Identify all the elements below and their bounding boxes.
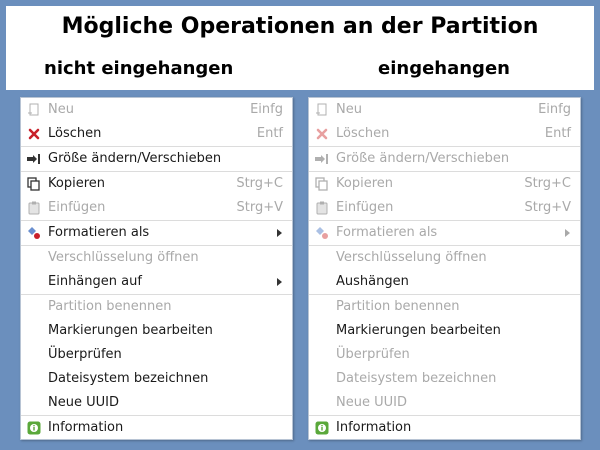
information-icon — [315, 421, 329, 435]
menu-item-label: Größe ändern/Verschieben — [336, 151, 510, 166]
menu-item-label: Dateisystem bezeichnen — [336, 371, 497, 386]
header-panel: Mögliche Operationen an der Partition ni… — [6, 6, 594, 90]
menu-item-label: Löschen — [48, 126, 102, 141]
menu-item-ueberpruefen: Überprüfen — [309, 343, 580, 367]
subtitle-mounted: eingehangen — [378, 58, 510, 79]
menu-item-label: Neu — [336, 102, 362, 117]
menu-item-label: Neu — [48, 102, 74, 117]
menu-item-neue-uuid[interactable]: Neue UUID — [21, 391, 292, 415]
menu-rows: Neu Einfg Löschen Entf Größe ändern/Verschie… — [309, 98, 580, 439]
menu-item-label: Dateisystem bezeichnen — [48, 371, 209, 386]
menu-item-verschluesselung-oeffnen: Verschlüsselung öffnen — [21, 246, 292, 270]
menu-item-label: Neue UUID — [336, 395, 407, 410]
menu-item-shortcut: Strg+C — [236, 176, 283, 191]
menu-item-kopieren: Kopieren Strg+C — [309, 172, 580, 196]
menu-item-shortcut: Einfg — [250, 102, 283, 117]
paste-icon — [315, 201, 329, 215]
menu-item-label: Information — [48, 420, 124, 435]
menu-item-label: Einhängen auf — [48, 274, 142, 289]
resize-move-icon — [315, 152, 329, 166]
menu-item-label: Partition benennen — [336, 299, 460, 314]
menu-item-shortcut: Strg+C — [524, 176, 571, 191]
menu-item-einhaengen-auf[interactable]: Einhängen auf — [21, 270, 292, 294]
menu-item-label: Neue UUID — [48, 395, 119, 410]
menu-item-shortcut: Einfg — [538, 102, 571, 117]
menu-item-label: Information — [336, 420, 412, 435]
menu-item-partition-benennen: Partition benennen — [21, 295, 292, 319]
menu-item-information[interactable]: Information — [309, 416, 580, 440]
menu-rows: Neu Einfg Löschen Entf Größe ändern/Verschie… — [21, 98, 292, 439]
menu-item-label: Formatieren als — [48, 225, 150, 240]
submenu-arrow-icon — [565, 229, 570, 237]
delete-icon — [27, 127, 41, 141]
menu-item-groesse-aendern-verschieben: Größe ändern/Verschieben — [309, 147, 580, 171]
format-icon — [315, 226, 329, 240]
subtitle-unmounted: nicht eingehangen — [44, 58, 234, 79]
context-menu-mounted: Neu Einfg Löschen Entf Größe ändern/Verschie… — [308, 97, 581, 440]
menu-item-ueberpruefen[interactable]: Überprüfen — [21, 343, 292, 367]
menu-item-neu: Neu Einfg — [21, 98, 292, 122]
menu-item-verschluesselung-oeffnen: Verschlüsselung öffnen — [309, 246, 580, 270]
menu-item-shortcut: Strg+V — [236, 200, 283, 215]
menu-item-dateisystem-bezeichnen: Dateisystem bezeichnen — [309, 367, 580, 391]
resize-move-icon — [27, 152, 41, 166]
information-icon — [27, 421, 41, 435]
menu-item-label: Überprüfen — [336, 347, 410, 362]
submenu-arrow-icon — [277, 278, 282, 286]
menu-item-aushaengen[interactable]: Aushängen — [309, 270, 580, 294]
menu-item-dateisystem-bezeichnen[interactable]: Dateisystem bezeichnen — [21, 367, 292, 391]
menu-item-information[interactable]: Information — [21, 416, 292, 440]
submenu-arrow-icon — [277, 229, 282, 237]
paste-icon — [27, 201, 41, 215]
menu-item-formatieren-als[interactable]: Formatieren als — [21, 221, 292, 245]
menu-item-shortcut: Entf — [544, 126, 571, 141]
menu-item-neue-uuid: Neue UUID — [309, 391, 580, 415]
copy-icon — [315, 177, 329, 191]
page-title: Mögliche Operationen an der Partition — [61, 14, 539, 39]
menu-item-label: Markierungen bearbeiten — [336, 323, 501, 338]
new-partition-icon — [315, 103, 329, 117]
menu-item-markierungen-bearbeiten[interactable]: Markierungen bearbeiten — [309, 319, 580, 343]
new-partition-icon — [27, 103, 41, 117]
menu-item-loeschen: Löschen Entf — [309, 122, 580, 146]
menu-item-label: Kopieren — [336, 176, 393, 191]
format-icon — [27, 226, 41, 240]
menu-item-einfuegen: Einfügen Strg+V — [21, 196, 292, 220]
menu-item-groesse-aendern-verschieben[interactable]: Größe ändern/Verschieben — [21, 147, 292, 171]
menu-item-shortcut: Entf — [256, 126, 283, 141]
menu-item-label: Partition benennen — [48, 299, 172, 314]
menu-item-label: Löschen — [336, 126, 390, 141]
copy-icon — [27, 177, 41, 191]
menu-item-label: Einfügen — [336, 200, 394, 215]
menu-item-shortcut: Strg+V — [524, 200, 571, 215]
menu-item-label: Einfügen — [48, 200, 106, 215]
menu-item-label: Größe ändern/Verschieben — [48, 151, 222, 166]
menu-item-formatieren-als: Formatieren als — [309, 221, 580, 245]
menu-item-neu: Neu Einfg — [309, 98, 580, 122]
menu-item-markierungen-bearbeiten[interactable]: Markierungen bearbeiten — [21, 319, 292, 343]
menu-item-kopieren[interactable]: Kopieren Strg+C — [21, 172, 292, 196]
menu-item-loeschen[interactable]: Löschen Entf — [21, 122, 292, 146]
menu-item-einfuegen: Einfügen Strg+V — [309, 196, 580, 220]
menu-item-label: Kopieren — [48, 176, 105, 191]
menu-item-label: Überprüfen — [48, 347, 122, 362]
menu-item-label: Aushängen — [336, 274, 409, 289]
menu-item-partition-benennen: Partition benennen — [309, 295, 580, 319]
menu-item-label: Formatieren als — [336, 225, 438, 240]
menu-item-label: Verschlüsselung öffnen — [336, 250, 487, 265]
delete-icon — [315, 127, 329, 141]
menu-item-label: Markierungen bearbeiten — [48, 323, 213, 338]
menu-item-label: Verschlüsselung öffnen — [48, 250, 199, 265]
context-menu-unmounted: Neu Einfg Löschen Entf Größe ändern/Verschie… — [20, 97, 293, 440]
